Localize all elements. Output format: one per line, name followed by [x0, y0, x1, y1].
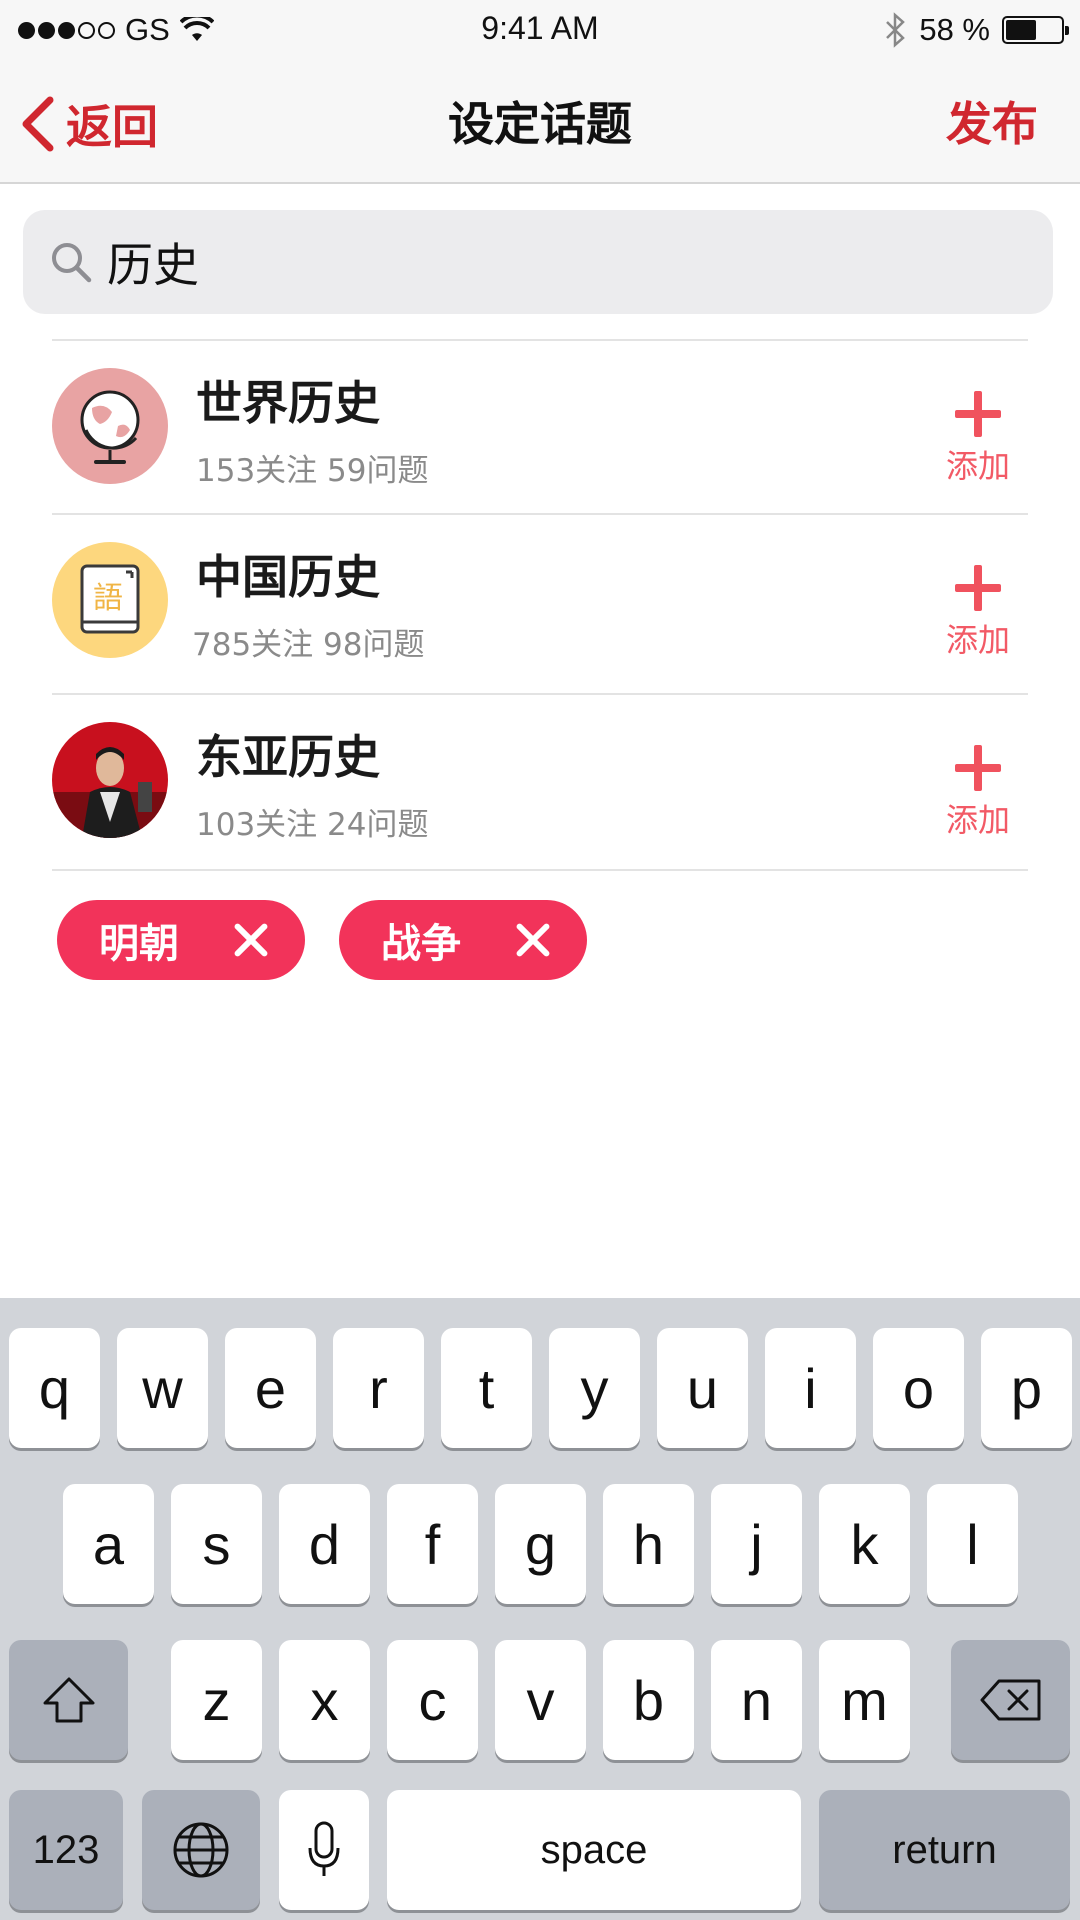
selected-tags: 明朝 战争	[57, 900, 587, 980]
key-d[interactable]: d	[279, 1484, 370, 1604]
key-s[interactable]: s	[171, 1484, 262, 1604]
delete-key[interactable]	[951, 1640, 1070, 1760]
key-q[interactable]: q	[9, 1328, 100, 1448]
search-icon	[52, 243, 92, 283]
topic-name: 世界历史	[196, 376, 380, 430]
topic-name: 中国历史	[196, 550, 380, 604]
space-key[interactable]: space	[387, 1790, 801, 1910]
numbers-key[interactable]: 123	[9, 1790, 123, 1910]
shift-key[interactable]	[9, 1640, 128, 1760]
search-bar[interactable]	[23, 210, 1053, 314]
key-u[interactable]: u	[657, 1328, 748, 1448]
key-c[interactable]: c	[387, 1640, 478, 1760]
status-bar: GS 9:41 AM 58 %	[0, 0, 1080, 62]
globe-icon	[52, 368, 168, 484]
key-r[interactable]: r	[333, 1328, 424, 1448]
keyboard: q w e r t y u i o p a s d f g h j k l z …	[0, 1298, 1080, 1920]
shift-icon	[43, 1677, 94, 1723]
add-label: 添加	[945, 447, 1010, 485]
key-o[interactable]: o	[873, 1328, 964, 1448]
plus-icon	[955, 391, 1001, 437]
add-topic-button[interactable]: 添加	[938, 391, 1018, 487]
topic-list: 世界历史 153关注 59问题 添加 語 中国历史 785关注 98问题 添加	[52, 339, 1028, 871]
key-b[interactable]: b	[603, 1640, 694, 1760]
key-l[interactable]: l	[927, 1484, 1018, 1604]
tag-label: 战争	[381, 921, 461, 967]
backspace-icon	[980, 1679, 1040, 1721]
book-icon: 語	[52, 542, 168, 658]
key-h[interactable]: h	[603, 1484, 694, 1604]
publish-button[interactable]: 发布	[946, 92, 1038, 156]
nav-bar: 返回 设定话题 发布	[0, 62, 1080, 184]
key-m[interactable]: m	[819, 1640, 910, 1760]
person-photo	[52, 722, 168, 838]
battery-percent: 58 %	[919, 12, 990, 47]
key-e[interactable]: e	[225, 1328, 316, 1448]
microphone-icon	[308, 1821, 340, 1876]
add-topic-button[interactable]: 添加	[938, 745, 1018, 841]
key-x[interactable]: x	[279, 1640, 370, 1760]
key-p[interactable]: p	[981, 1328, 1072, 1448]
key-n[interactable]: n	[711, 1640, 802, 1760]
globe-icon	[173, 1822, 229, 1878]
bluetooth-icon	[886, 12, 906, 48]
page-title: 设定话题	[448, 98, 632, 150]
key-j[interactable]: j	[711, 1484, 802, 1604]
plus-icon	[955, 565, 1001, 611]
plus-icon	[955, 745, 1001, 791]
key-y[interactable]: y	[549, 1328, 640, 1448]
close-icon[interactable]	[515, 922, 551, 958]
key-g[interactable]: g	[495, 1484, 586, 1604]
microphone-key[interactable]	[279, 1790, 369, 1910]
battery-icon	[1002, 16, 1069, 44]
key-t[interactable]: t	[441, 1328, 532, 1448]
topic-stats: 153关注 59问题	[196, 453, 429, 489]
close-icon[interactable]	[233, 922, 269, 958]
globe-key[interactable]	[142, 1790, 260, 1910]
search-input[interactable]	[107, 235, 1007, 289]
return-key[interactable]: return	[819, 1790, 1070, 1910]
battery-fill	[1006, 20, 1036, 40]
book-glyph: 語	[93, 581, 123, 616]
topic-row[interactable]: 世界历史 153关注 59问题 添加	[52, 341, 1028, 515]
tag-chip[interactable]: 明朝	[57, 900, 305, 980]
topic-stats: 785关注 98问题	[192, 627, 425, 663]
key-f[interactable]: f	[387, 1484, 478, 1604]
status-right: 58 %	[883, 10, 1069, 50]
add-label: 添加	[945, 621, 1010, 659]
topic-stats: 103关注 24问题	[196, 807, 429, 843]
topic-row[interactable]: 东亚历史 103关注 24问题 添加	[52, 695, 1028, 871]
tag-chip[interactable]: 战争	[339, 900, 587, 980]
topic-row[interactable]: 語 中国历史 785关注 98问题 添加	[52, 515, 1028, 695]
topic-name: 东亚历史	[196, 730, 380, 784]
add-label: 添加	[945, 801, 1010, 839]
key-a[interactable]: a	[63, 1484, 154, 1604]
key-z[interactable]: z	[171, 1640, 262, 1760]
tag-label: 明朝	[99, 921, 179, 967]
key-v[interactable]: v	[495, 1640, 586, 1760]
key-k[interactable]: k	[819, 1484, 910, 1604]
key-w[interactable]: w	[117, 1328, 208, 1448]
add-topic-button[interactable]: 添加	[938, 565, 1018, 661]
key-i[interactable]: i	[765, 1328, 856, 1448]
